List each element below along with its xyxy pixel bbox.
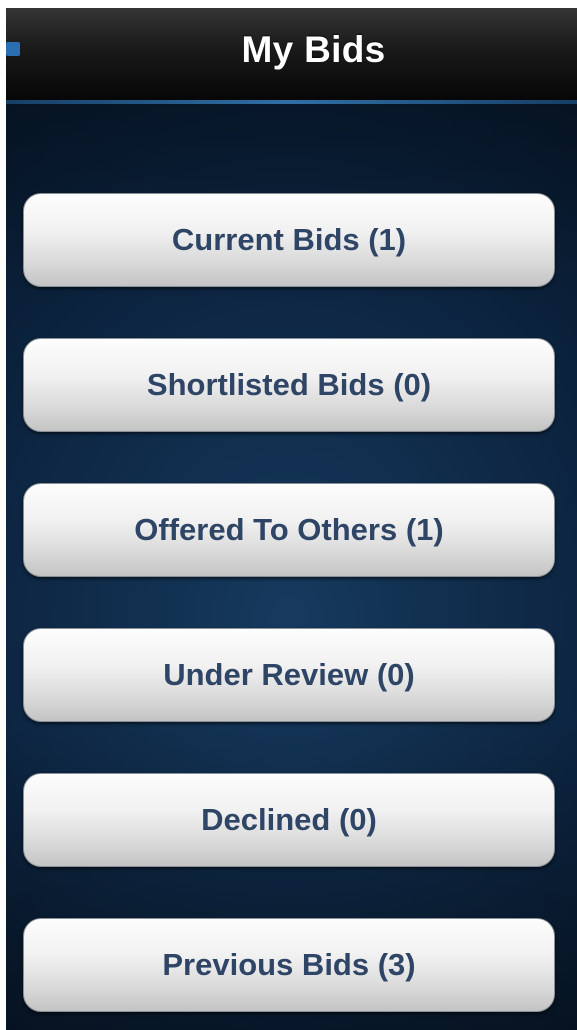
declined-button[interactable]: Declined (0) xyxy=(23,773,555,867)
left-edge xyxy=(0,0,6,1030)
navbar-divider xyxy=(0,100,577,104)
shortlisted-bids-button[interactable]: Shortlisted Bids (0) xyxy=(23,338,555,432)
page-title: My Bids xyxy=(241,29,386,70)
app-screen: My Bids Current Bids (1) Shortlisted Bid… xyxy=(0,0,577,1030)
bid-category-list: Current Bids (1) Shortlisted Bids (0) Of… xyxy=(23,193,555,1012)
under-review-button[interactable]: Under Review (0) xyxy=(23,628,555,722)
current-bids-button[interactable]: Current Bids (1) xyxy=(23,193,555,287)
previous-bids-button[interactable]: Previous Bids (3) xyxy=(23,918,555,1012)
offered-to-others-button[interactable]: Offered To Others (1) xyxy=(23,483,555,577)
navigation-bar: My Bids xyxy=(0,0,577,104)
